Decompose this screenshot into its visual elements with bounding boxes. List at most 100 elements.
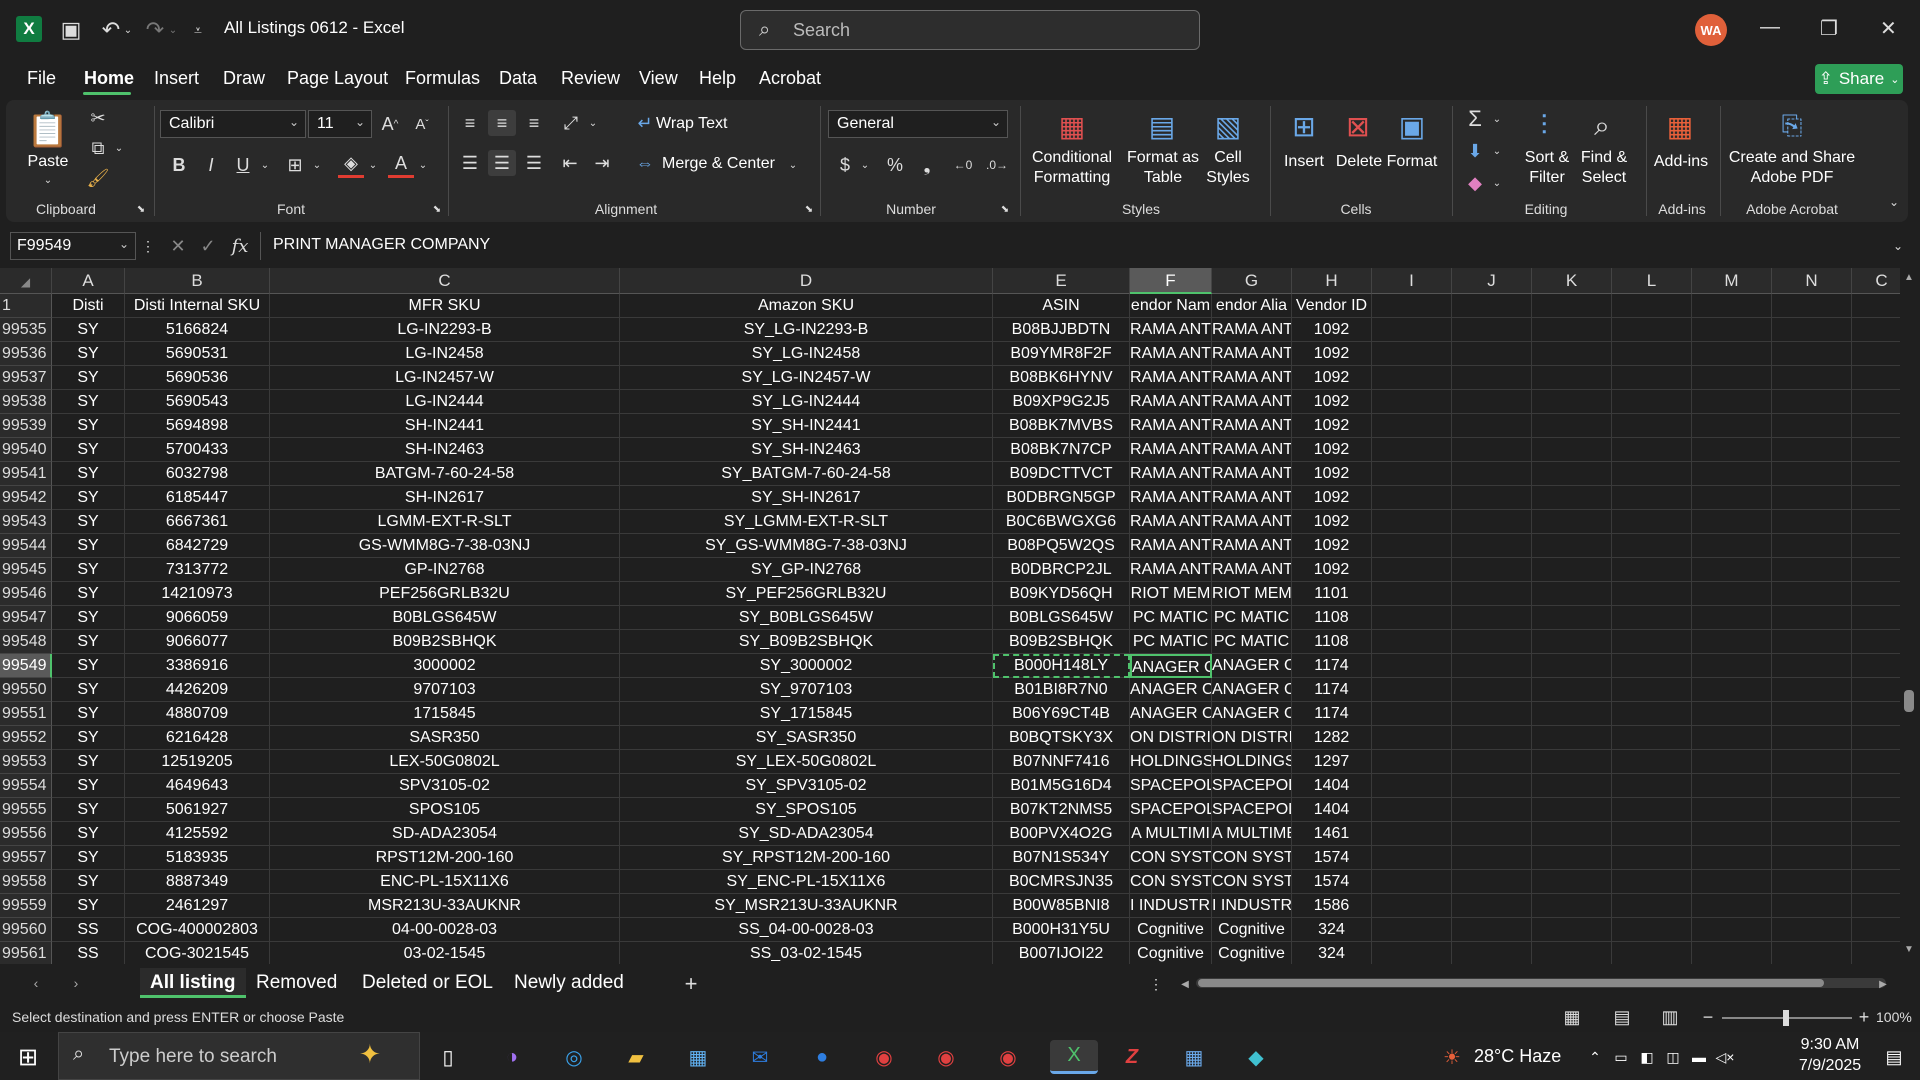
table-cell[interactable]: 3000002 [270,654,620,678]
empty-cell[interactable] [1772,630,1852,654]
table-cell[interactable]: RAMA ANT [1130,414,1212,438]
table-cell[interactable]: SH-IN2463 [270,438,620,462]
table-cell[interactable]: LG-IN2444 [270,390,620,414]
table-cell[interactable]: SY [52,846,125,870]
table-cell[interactable]: 1092 [1292,510,1372,534]
active-cell[interactable]: ANAGER C [1130,654,1212,678]
empty-cell[interactable] [1612,510,1692,534]
table-cell[interactable]: RAMA ANTI [1212,318,1292,342]
format-cells-icon[interactable]: ▣ [1392,108,1432,144]
header-cell[interactable]: Vendor ID [1292,294,1372,318]
table-cell[interactable]: SY [52,390,125,414]
cut-icon[interactable]: ✂ [86,106,110,130]
table-cell[interactable]: SY_3000002 [620,654,993,678]
battery-icon[interactable]: ▬ [1688,1040,1710,1074]
column-header[interactable]: J [1452,268,1532,294]
paste-icon[interactable]: 📋 [27,108,69,152]
empty-cell[interactable] [1532,798,1612,822]
column-header[interactable]: A [52,268,125,294]
table-cell[interactable]: B06Y69CT4B [993,702,1130,726]
column-header[interactable]: M [1692,268,1772,294]
table-cell[interactable]: SY_SH-IN2441 [620,414,993,438]
empty-cell[interactable] [1372,582,1452,606]
table-cell[interactable]: B01M5G16D4 [993,774,1130,798]
table-cell[interactable]: SY [52,558,125,582]
table-cell[interactable]: SY_SH-IN2463 [620,438,993,462]
empty-cell[interactable] [1452,582,1532,606]
table-cell[interactable]: B09B2SBHQK [993,630,1130,654]
weather-text[interactable]: 28°C Haze [1474,1046,1561,1067]
table-cell[interactable]: SY [52,438,125,462]
increase-font-icon[interactable]: A ^ [376,112,404,136]
table-cell[interactable]: SY [52,726,125,750]
column-header[interactable]: H [1292,268,1372,294]
empty-cell[interactable] [1372,774,1452,798]
table-cell[interactable]: B0DBRGN5GP [993,486,1130,510]
table-cell[interactable]: B07NNF7416 [993,750,1130,774]
empty-cell[interactable] [1372,750,1452,774]
table-cell[interactable]: 9066059 [125,606,270,630]
header-cell[interactable]: endor Alia [1212,294,1292,318]
row-header[interactable]: 99542 [0,486,52,510]
empty-cell[interactable] [1772,534,1852,558]
empty-cell[interactable] [1612,918,1692,942]
table-cell[interactable]: SY_SPOS105 [620,798,993,822]
column-header[interactable]: G [1212,268,1292,294]
table-cell[interactable]: 1297 [1292,750,1372,774]
table-cell[interactable]: RAMA ANT [1130,534,1212,558]
empty-cell[interactable] [1612,942,1692,964]
column-header[interactable]: I [1372,268,1452,294]
menu-file[interactable]: File [27,68,56,89]
delete-cells-button[interactable]: Delete [1332,152,1386,172]
copy-icon[interactable]: ⧉ [86,136,110,160]
table-cell[interactable]: ON DISTRIB [1212,726,1292,750]
table-cell[interactable]: RAMA ANTI [1212,510,1292,534]
row-header[interactable]: 99554 [0,774,52,798]
table-cell[interactable]: RAMA ANT [1130,462,1212,486]
table-cell[interactable]: B09B2SBHQK [270,630,620,654]
font-name-dropdown[interactable]: Calibri ⌄ [160,110,306,138]
table-cell[interactable]: SPACEPOLE [1130,798,1212,822]
dialog-launcher-icon[interactable]: ⬊ [430,202,444,216]
empty-cell[interactable] [1452,462,1532,486]
empty-cell[interactable] [1772,678,1852,702]
table-cell[interactable]: RAMA ANTI [1212,390,1292,414]
customize-toolbar-icon[interactable]: ⩡ [188,14,208,46]
empty-cell[interactable] [1612,294,1692,318]
table-cell[interactable]: B0C6BWGXG6 [993,510,1130,534]
zoom-out-icon[interactable]: − [1700,1005,1716,1029]
currency-icon[interactable]: $ [832,152,858,178]
empty-cell[interactable] [1532,438,1612,462]
table-cell[interactable]: RAMA ANT [1130,342,1212,366]
table-cell[interactable]: 1101 [1292,582,1372,606]
chevron-down-icon[interactable]: ⌄ [1490,140,1504,162]
empty-cell[interactable] [1452,606,1532,630]
vertical-scrollbar[interactable]: ▲ ▼ [1900,268,1920,964]
task-view-icon[interactable]: ▯ [430,1040,466,1074]
table-cell[interactable]: LG-IN2293-B [270,318,620,342]
menu-draw[interactable]: Draw [223,68,265,89]
table-cell[interactable]: SY [52,822,125,846]
table-cell[interactable]: SY [52,486,125,510]
calculator-icon[interactable]: ▦ [1176,1040,1212,1074]
empty-cell[interactable] [1612,822,1692,846]
align-top-icon[interactable]: ≡ [456,110,484,136]
align-left-icon[interactable]: ☰ [456,150,484,176]
table-cell[interactable]: B00PVX4O2G [993,822,1130,846]
table-cell[interactable]: 6216428 [125,726,270,750]
empty-cell[interactable] [1692,942,1772,964]
minimize-icon[interactable]: — [1760,16,1780,39]
table-cell[interactable]: RAMA ANTI [1212,366,1292,390]
empty-cell[interactable] [1772,726,1852,750]
table-cell[interactable]: SPACEPOLE [1212,798,1292,822]
table-cell[interactable]: SY_B09B2SBHQK [620,630,993,654]
empty-cell[interactable] [1692,486,1772,510]
column-header[interactable]: L [1612,268,1692,294]
row-header[interactable]: 99560 [0,918,52,942]
empty-cell[interactable] [1532,630,1612,654]
empty-cell[interactable] [1532,822,1612,846]
orientation-icon[interactable]: ⤢ [556,110,586,136]
notifications-icon[interactable]: ▤ [1876,1040,1912,1074]
table-cell[interactable]: 6842729 [125,534,270,558]
empty-cell[interactable] [1372,822,1452,846]
